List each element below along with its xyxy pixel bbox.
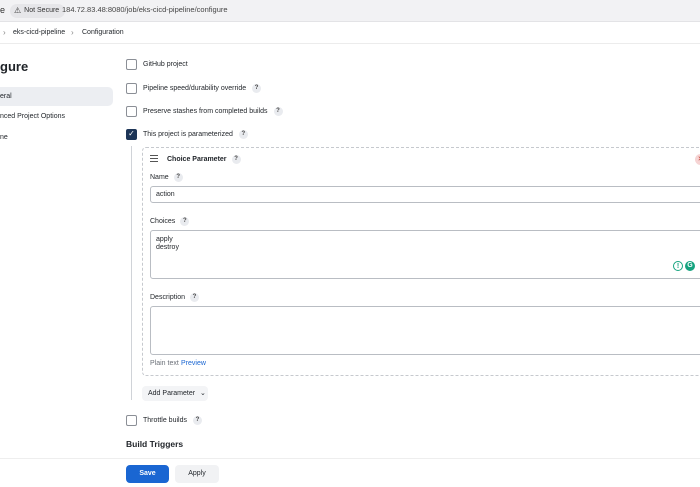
parameter-group-line xyxy=(131,146,132,400)
help-icon[interactable]: ? xyxy=(173,173,183,182)
add-parameter-label: Add Parameter xyxy=(148,390,196,397)
pipeline-speed-option[interactable]: Pipeline speed/durability override ? xyxy=(126,82,262,94)
help-icon[interactable]: ? xyxy=(273,106,283,116)
help-icon[interactable]: ? xyxy=(238,129,248,139)
sidebar-item-advanced-project-options[interactable]: nced Project Options xyxy=(0,107,113,126)
breadcrumb: › eks-cicd-pipeline › Configuration xyxy=(0,22,700,44)
warning-icon: ⚠ xyxy=(14,6,22,15)
not-secure-badge[interactable]: ⚠ Not Secure xyxy=(10,4,66,18)
preview-link[interactable]: Preview xyxy=(181,360,206,367)
github-project-checkbox[interactable] xyxy=(126,58,137,70)
name-field-label: Name ? xyxy=(150,173,183,182)
chevron-right-icon: › xyxy=(3,28,6,37)
choices-field-label: Choices ? xyxy=(150,217,190,226)
address-input[interactable]: 184.72.83.48:8080/job/eks-cicd-pipeline/… xyxy=(62,5,228,14)
preserve-stashes-option[interactable]: Preserve stashes from completed builds ? xyxy=(126,105,283,117)
name-label-text: Name xyxy=(150,174,169,181)
plain-text-label: Plain text xyxy=(150,360,179,367)
github-project-option[interactable]: GitHub project xyxy=(126,58,188,70)
throttle-builds-label: Throttle builds xyxy=(143,416,187,424)
help-icon[interactable]: ? xyxy=(192,415,202,425)
parameterized-checkbox[interactable]: ✓ xyxy=(126,128,137,140)
drag-handle-icon[interactable] xyxy=(150,155,158,162)
browser-url-bar: e ⚠ Not Secure 184.72.83.48:8080/job/eks… xyxy=(0,0,700,22)
github-project-label: GitHub project xyxy=(143,60,188,68)
apply-button[interactable]: Apply xyxy=(175,465,219,483)
throttle-builds-option[interactable]: Throttle builds ? xyxy=(126,414,202,426)
sidebar-item-general[interactable]: eral xyxy=(0,87,113,106)
check-icon: ✓ xyxy=(128,129,135,138)
save-button[interactable]: Save xyxy=(126,465,169,483)
not-secure-label: Not Secure xyxy=(24,7,60,14)
description-label-text: Description xyxy=(150,294,186,301)
name-input[interactable]: action xyxy=(150,186,700,203)
lightbulb-icon[interactable]: ! xyxy=(673,261,683,271)
preserve-stashes-label: Preserve stashes from completed builds xyxy=(143,107,268,115)
help-icon[interactable]: ? xyxy=(180,217,190,226)
description-field-label: Description ? xyxy=(150,293,200,302)
description-textarea[interactable] xyxy=(150,306,700,355)
help-icon[interactable]: ? xyxy=(252,83,262,93)
grammarly-icon[interactable]: G xyxy=(685,261,695,271)
chevron-down-icon: ⌄ xyxy=(200,390,206,397)
choices-label-text: Choices xyxy=(150,218,176,225)
build-triggers-heading: Build Triggers xyxy=(126,439,184,449)
browser-edge-char: e xyxy=(0,5,6,15)
close-icon[interactable]: ✕ xyxy=(695,154,700,165)
breadcrumb-item-job[interactable]: eks-cicd-pipeline xyxy=(13,29,65,36)
add-parameter-button[interactable]: Add Parameter ⌄ xyxy=(142,386,208,401)
help-icon[interactable]: ? xyxy=(190,293,200,302)
choice-parameter-title: Choice Parameter ? xyxy=(167,155,241,164)
page-title: gure xyxy=(0,59,29,74)
sidebar-item-pipeline[interactable]: ne xyxy=(0,128,113,147)
preserve-stashes-checkbox[interactable] xyxy=(126,105,137,117)
bottom-action-bar xyxy=(0,458,700,487)
choice-parameter-title-text: Choice Parameter xyxy=(167,156,227,163)
parameterized-label: This project is parameterized xyxy=(143,130,233,138)
breadcrumb-item-configuration[interactable]: Configuration xyxy=(82,29,124,36)
parameterized-option[interactable]: ✓ This project is parameterized ? xyxy=(126,128,248,140)
help-icon[interactable]: ? xyxy=(231,155,241,164)
chevron-right-icon: › xyxy=(71,28,74,37)
pipeline-speed-checkbox[interactable] xyxy=(126,82,137,94)
throttle-builds-checkbox[interactable] xyxy=(126,414,137,426)
choices-textarea[interactable]: apply destroy xyxy=(150,230,700,279)
pipeline-speed-label: Pipeline speed/durability override xyxy=(143,84,247,92)
